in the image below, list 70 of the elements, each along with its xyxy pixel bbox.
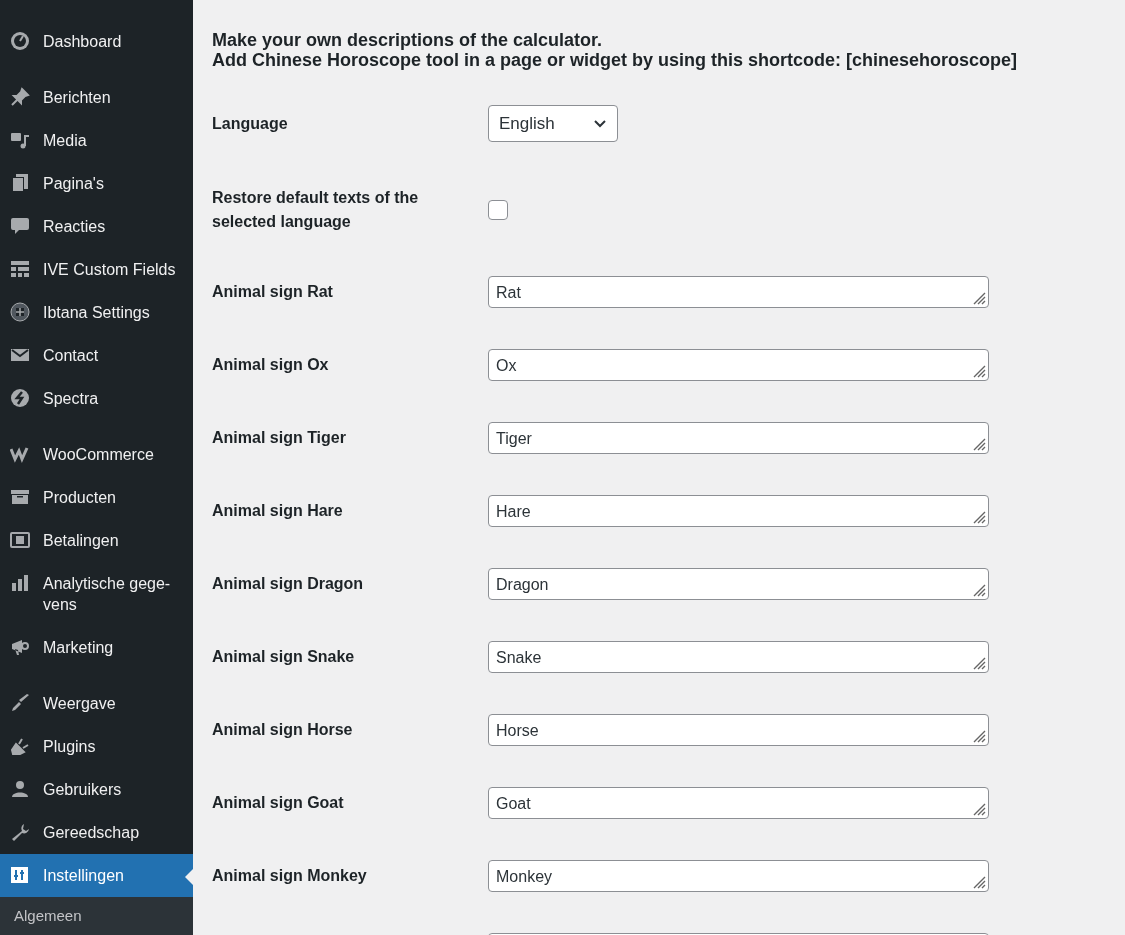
paintbrush-icon	[10, 693, 30, 713]
resize-grip-icon[interactable]	[972, 437, 986, 451]
text-area-field[interactable]: Tiger	[488, 422, 989, 454]
sidebar-item[interactable]: Plugins	[0, 725, 193, 768]
speech-bubble-icon	[10, 216, 30, 236]
sidebar-item[interactable]: WooCommerce	[0, 433, 193, 476]
plug-icon	[10, 736, 30, 756]
wrench-icon	[10, 822, 30, 842]
resize-grip-icon[interactable]	[972, 364, 986, 378]
resize-grip-icon[interactable]	[972, 510, 986, 524]
sidebar-item[interactable]: Gebruikers	[0, 768, 193, 811]
field-label: Animal sign Monkey	[212, 866, 368, 886]
sidebar-item[interactable]: Dashboard	[0, 20, 193, 63]
language-dropdown[interactable]: English	[488, 105, 618, 142]
pages-icon	[10, 173, 30, 193]
camera-music-icon	[10, 130, 30, 150]
sidebar-item[interactable]: Media	[0, 119, 193, 162]
sidebar-item[interactable]: Reacties	[0, 205, 193, 248]
table-layout-icon	[10, 259, 30, 279]
text-area-field[interactable]: Snake	[488, 641, 989, 673]
sidebar-item[interactable]: Producten	[0, 476, 193, 519]
pushpin-icon	[10, 87, 30, 107]
sidebar-item[interactable]: Spectra	[0, 377, 193, 420]
sidebar-item[interactable]: Ibtana Settings	[0, 291, 193, 334]
text-area-field[interactable]: Dragon	[488, 568, 989, 600]
text-area-field[interactable]: Ox	[488, 349, 989, 381]
sidebar-item[interactable]: Weergave	[0, 682, 193, 725]
megaphone-icon	[10, 637, 30, 657]
text-area-field[interactable]: Hare	[488, 495, 989, 527]
current-pointer-icon	[185, 869, 193, 885]
field-label: Animal sign Goat	[212, 793, 345, 813]
resize-grip-icon[interactable]	[972, 729, 986, 743]
field-label: Animal sign Horse	[212, 720, 354, 740]
resize-grip-icon[interactable]	[972, 875, 986, 889]
submenu-item[interactable]: Algemeen	[0, 903, 193, 930]
field-label: Language	[212, 113, 289, 134]
text-area-field[interactable]: Monkey	[488, 860, 989, 892]
field-label: Animal sign Rat	[212, 282, 334, 302]
sidebar-item[interactable]: Contact	[0, 334, 193, 377]
intro-text: Make your own descriptions of the calculator.	[212, 30, 604, 50]
sidebar-item[interactable]: Gereedschap	[0, 811, 193, 854]
field-label: Animal sign Dragon	[212, 574, 365, 594]
sidebar-item[interactable]: Analytische gege-vens	[0, 562, 193, 626]
archive-box-icon	[10, 487, 30, 507]
sidebar-item[interactable]: IVE Custom Fields	[0, 248, 193, 291]
text-area-field[interactable]: Horse	[488, 714, 989, 746]
sidebar-item[interactable]: Pagina's	[0, 162, 193, 205]
text-area-field[interactable]: Goat	[488, 787, 989, 819]
field-label: Animal sign Snake	[212, 647, 356, 667]
field-label: Animal sign Hare	[212, 501, 344, 521]
grid-circle-icon	[10, 302, 30, 322]
sidebar-item[interactable]: Berichten	[0, 76, 193, 119]
sidebar-item[interactable]: Marketing	[0, 626, 193, 669]
intro-text: Add Chinese Horoscope tool in a page or widget by using this shortcode: [chinesehoroscope]	[212, 50, 1019, 70]
chevron-down-icon	[593, 118, 607, 129]
field-label: Restore default texts of the selected language	[212, 188, 420, 232]
field-label: Animal sign Tiger	[212, 428, 347, 448]
resize-grip-icon[interactable]	[972, 802, 986, 816]
resize-grip-icon[interactable]	[972, 291, 986, 305]
resize-grip-icon[interactable]	[972, 656, 986, 670]
text-area-field[interactable]: Rat	[488, 276, 989, 308]
person-icon	[10, 779, 30, 799]
sidebar-item[interactable]: Betalingen	[0, 519, 193, 562]
field-label: Animal sign Ox	[212, 355, 330, 375]
resize-grip-icon[interactable]	[972, 583, 986, 597]
dashboard-gauge-icon	[10, 31, 30, 51]
bar-chart-icon	[10, 573, 30, 593]
restore-checkbox[interactable]	[488, 200, 508, 220]
sliders-icon	[10, 865, 30, 885]
sidebar-item[interactable]: Instellingen	[0, 854, 193, 897]
